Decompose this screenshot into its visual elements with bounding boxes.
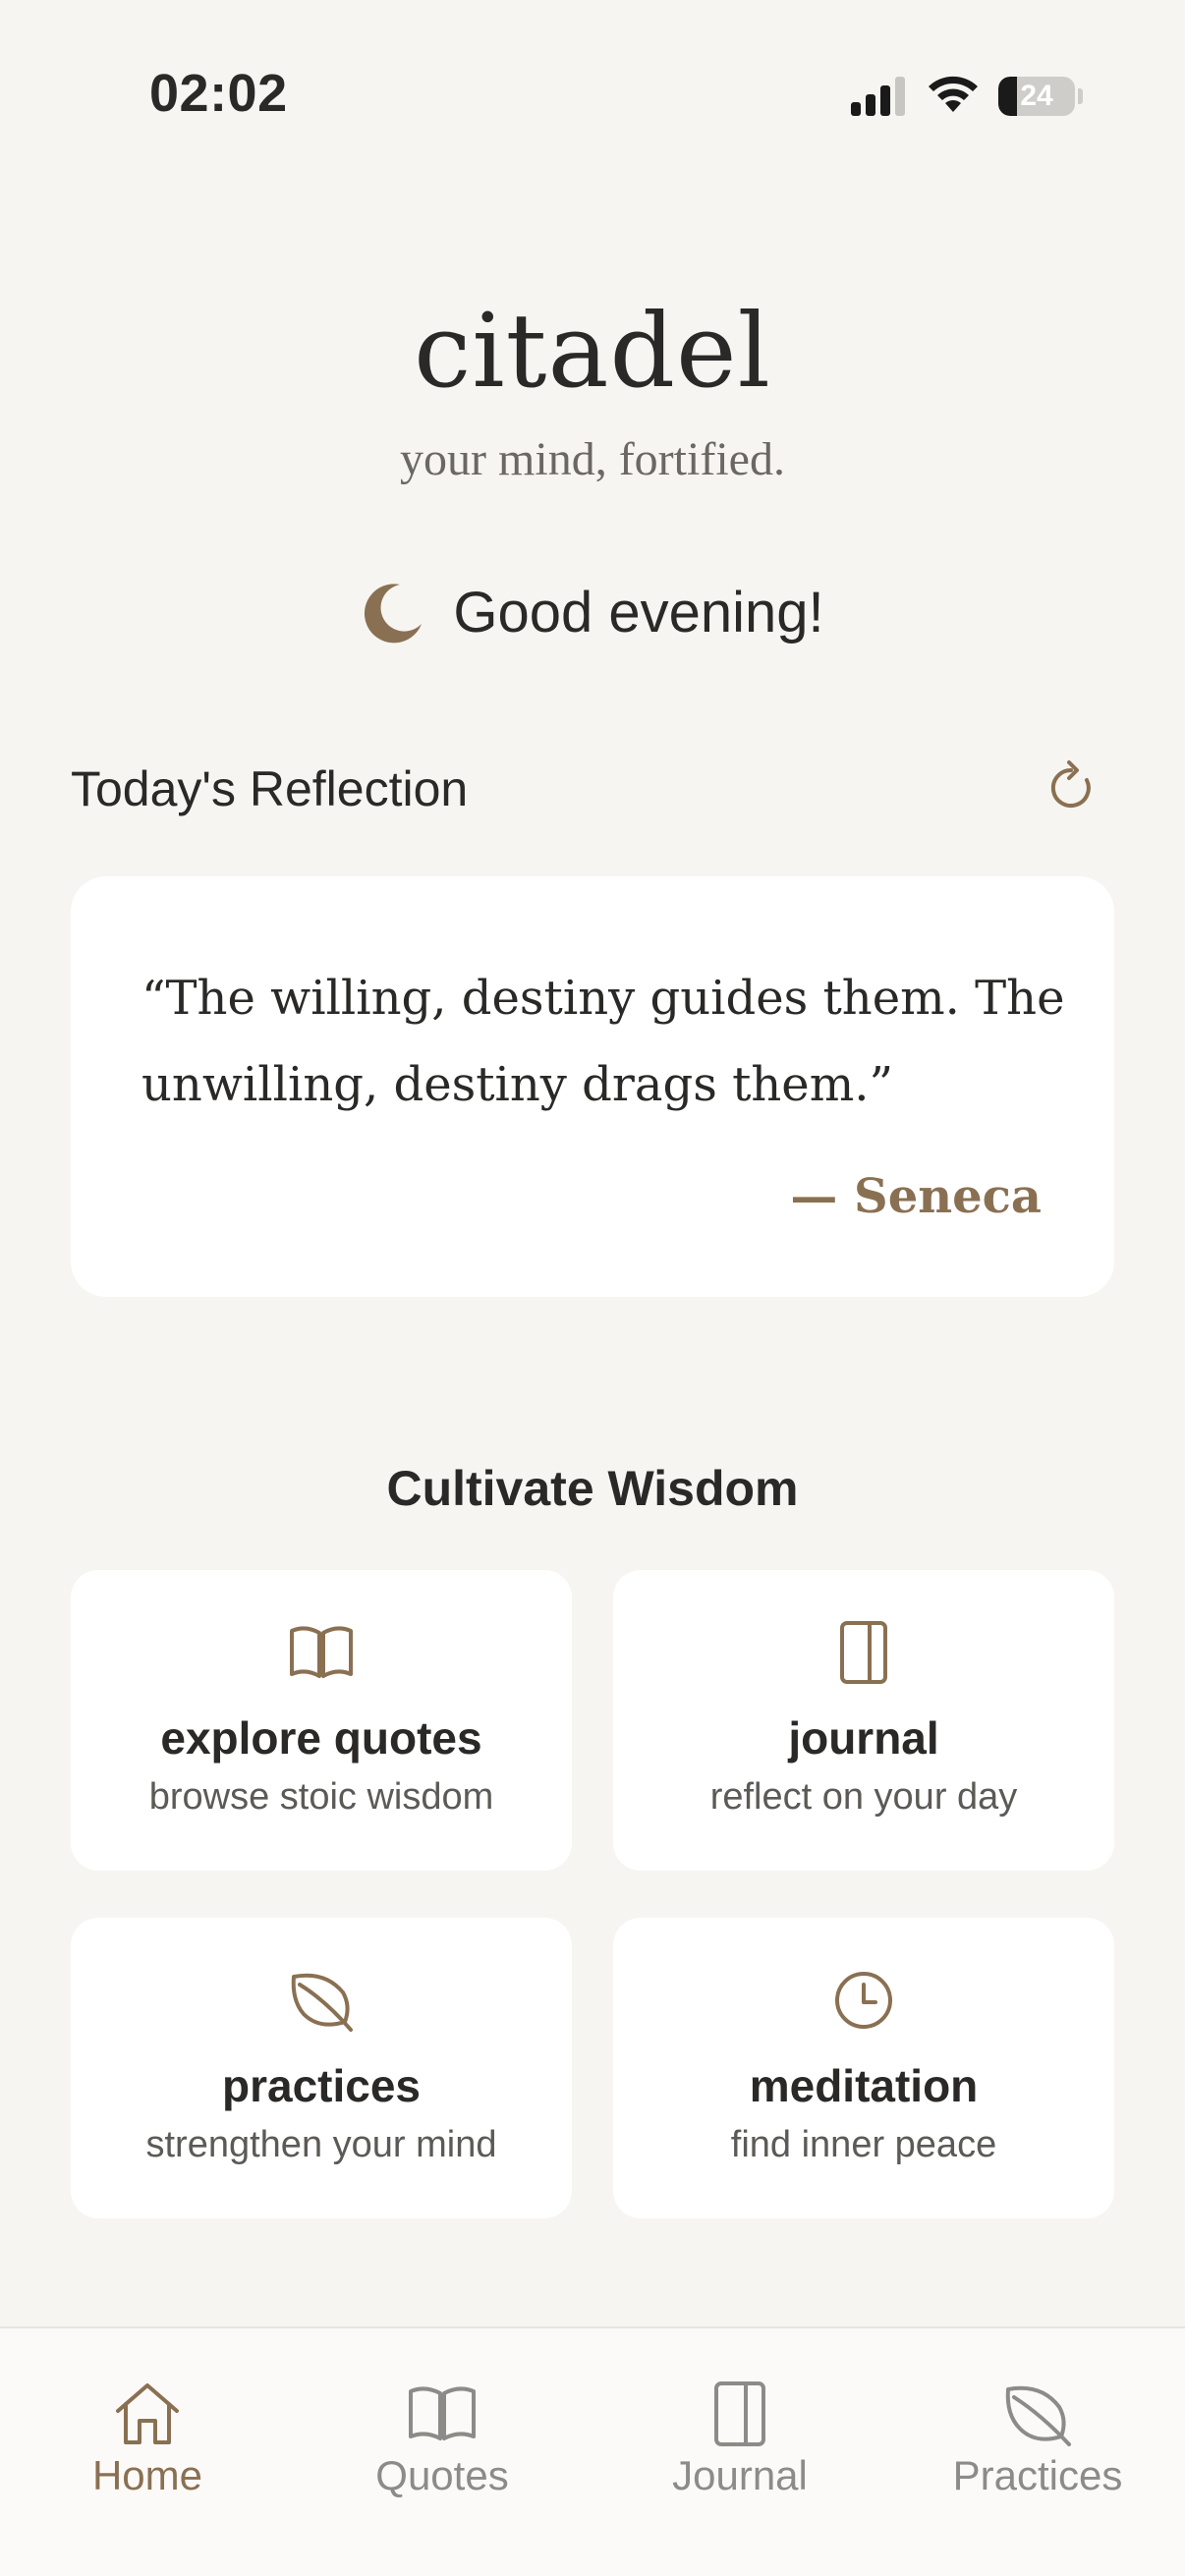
tile-label: meditation — [749, 2060, 979, 2111]
signal-icon — [851, 77, 905, 116]
tile-subtitle: reflect on your day — [709, 1776, 1018, 1818]
clock-icon — [835, 1972, 892, 2029]
greeting-text: Good evening! — [453, 581, 824, 644]
battery-level: 24 — [1020, 80, 1053, 112]
bottom-nav: Home Quotes Journal Practices — [0, 2326, 1185, 2576]
status-time: 02:02 — [149, 64, 288, 123]
nav-practices[interactable]: Practices — [890, 2328, 1185, 2525]
wifi-icon — [929, 76, 978, 112]
tile-label: explore quotes — [160, 1712, 482, 1764]
quote-author: — Seneca — [790, 1169, 1042, 1224]
nav-label: Quotes — [375, 2452, 509, 2498]
journal-icon — [714, 2381, 765, 2446]
tile-label: journal — [788, 1712, 939, 1764]
tagline: your mind, fortified. — [400, 433, 785, 485]
leaf-icon — [291, 1973, 353, 2032]
nav-journal[interactable]: Journal — [592, 2328, 887, 2525]
tile-subtitle: find inner peace — [730, 2124, 997, 2165]
book-open-icon — [409, 2386, 476, 2440]
meditation-tile[interactable]: meditation find inner peace — [613, 1918, 1114, 2218]
practices-tile[interactable]: practices strengthen your mind — [71, 1918, 572, 2218]
tile-label: practices — [221, 2060, 421, 2111]
tile-subtitle: strengthen your mind — [145, 2124, 497, 2165]
nav-label: Journal — [672, 2452, 808, 2498]
nav-home[interactable]: Home — [0, 2328, 295, 2525]
battery-icon: 24 — [998, 77, 1083, 116]
nav-label: Home — [91, 2452, 203, 2498]
journal-tile[interactable]: journal reflect on your day — [613, 1570, 1114, 1871]
book-open-icon — [290, 1626, 353, 1678]
journal-icon — [840, 1621, 887, 1684]
moon-icon — [365, 583, 423, 643]
nav-label: Practices — [952, 2452, 1123, 2498]
app-title: citadel — [414, 291, 771, 411]
tile-subtitle: browse stoic wisdom — [148, 1776, 494, 1818]
leaf-icon — [1005, 2385, 1071, 2446]
reflection-title: Today's Reflection — [71, 761, 469, 816]
nav-quotes[interactable]: Quotes — [295, 2328, 590, 2525]
refresh-icon[interactable] — [1045, 758, 1097, 815]
wisdom-title: Cultivate Wisdom — [386, 1461, 799, 1516]
quote-card: “The willing, destiny guides them. The u… — [71, 876, 1114, 1297]
quote-text: “The willing, destiny guides them. The u… — [141, 971, 1065, 1112]
greeting: Good evening! — [0, 580, 1185, 645]
home-icon — [116, 2383, 179, 2444]
explore-quotes-tile[interactable]: explore quotes browse stoic wisdom — [71, 1570, 572, 1871]
